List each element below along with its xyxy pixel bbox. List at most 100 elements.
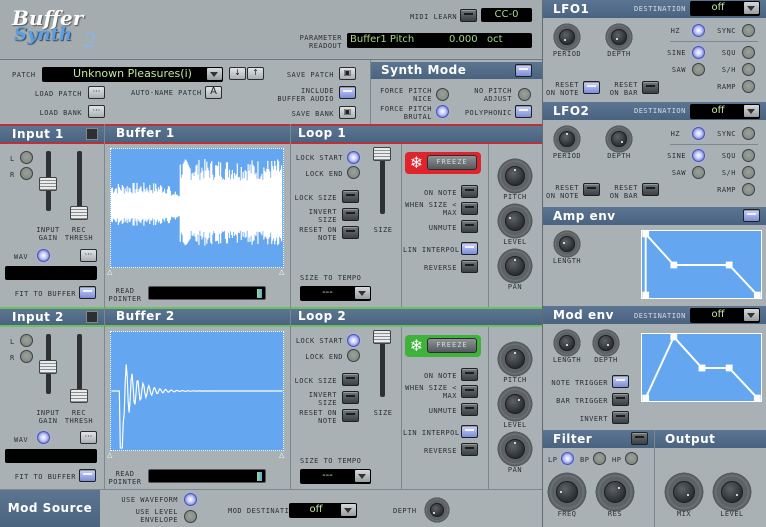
save-patch-button[interactable]: ▣ bbox=[339, 67, 356, 80]
mod-env-destination-select[interactable]: off bbox=[690, 308, 760, 323]
filter-hp-radio[interactable] bbox=[625, 452, 638, 465]
loop-2-lock-size-toggle[interactable] bbox=[342, 373, 359, 386]
buffer-1-waveform[interactable] bbox=[110, 148, 284, 268]
loop-1-freeze-button[interactable]: FREEZE bbox=[427, 155, 477, 170]
midi-learn-button[interactable] bbox=[460, 9, 477, 22]
loop-2-freeze-button[interactable]: FREEZE bbox=[427, 338, 477, 353]
input-1-fit-toggle[interactable] bbox=[79, 286, 96, 299]
force-pitch-nice-radio[interactable] bbox=[436, 88, 449, 101]
input-1-header-btn[interactable] bbox=[86, 128, 98, 140]
loop-2-level-knob[interactable] bbox=[497, 386, 533, 422]
filter-toggle[interactable] bbox=[631, 432, 648, 445]
loop-1-reset-on-note-toggle[interactable] bbox=[342, 226, 359, 239]
lfo1-reset-on-note-toggle[interactable] bbox=[583, 81, 600, 94]
lfo2-sync-radio[interactable] bbox=[742, 127, 755, 140]
mod-depth-knob[interactable] bbox=[424, 497, 450, 523]
buffer-2-start-marker[interactable]: △ bbox=[107, 451, 112, 459]
lfo2-sh-radio[interactable] bbox=[742, 166, 755, 179]
lfo1-sync-radio[interactable] bbox=[742, 24, 755, 37]
input-1-gain-fader[interactable] bbox=[39, 177, 57, 191]
buffer-1-start-marker[interactable]: △ bbox=[107, 268, 112, 276]
output-mix-knob[interactable] bbox=[664, 472, 704, 512]
loop-2-invert-size-toggle[interactable] bbox=[342, 391, 359, 404]
input-2-load-button[interactable]: ··· bbox=[80, 431, 97, 444]
input-1-l-radio[interactable] bbox=[20, 151, 33, 164]
mod-env-depth-knob[interactable] bbox=[592, 329, 620, 357]
loop-1-lock-size-toggle[interactable] bbox=[342, 190, 359, 203]
envelope-node[interactable] bbox=[753, 291, 761, 299]
lfo2-sine-radio[interactable] bbox=[692, 149, 705, 162]
loop-1-when-size-max-toggle[interactable] bbox=[461, 202, 478, 215]
loop-2-pitch-knob[interactable] bbox=[497, 341, 533, 377]
lfo2-reset-on-note-toggle[interactable] bbox=[583, 183, 600, 196]
lfo1-ramp-radio[interactable] bbox=[742, 80, 755, 93]
invert-toggle[interactable] bbox=[612, 411, 629, 424]
input-1-r-radio[interactable] bbox=[20, 167, 33, 180]
loop-2-lock-end-radio[interactable] bbox=[347, 349, 360, 362]
envelope-node[interactable] bbox=[670, 334, 678, 341]
patch-select[interactable]: Unknown Pleasures(i) bbox=[42, 67, 223, 82]
use-level-envelope-radio[interactable] bbox=[184, 510, 197, 523]
loop-2-when-size-max-toggle[interactable] bbox=[461, 385, 478, 398]
loop-1-on-note-toggle[interactable] bbox=[461, 185, 478, 198]
loop-2-size-fader[interactable] bbox=[373, 330, 391, 344]
loop-2-size-to-tempo-select[interactable]: --- bbox=[300, 469, 371, 484]
lfo2-squ-radio[interactable] bbox=[742, 149, 755, 162]
lfo2-destination-select[interactable]: off bbox=[690, 104, 760, 119]
envelope-node[interactable] bbox=[725, 364, 733, 372]
lfo1-squ-radio[interactable] bbox=[742, 46, 755, 59]
loop-2-pan-knob[interactable] bbox=[497, 431, 533, 467]
loop-2-on-note-toggle[interactable] bbox=[461, 368, 478, 381]
save-bank-button[interactable]: ▣ bbox=[339, 106, 356, 119]
envelope-node[interactable] bbox=[642, 394, 650, 402]
loop-2-lock-start-radio[interactable] bbox=[347, 334, 360, 347]
lfo1-hz-radio[interactable] bbox=[692, 24, 705, 37]
lfo2-period-knob[interactable] bbox=[553, 125, 581, 153]
load-bank-button[interactable]: ··· bbox=[88, 105, 105, 118]
lfo1-saw-radio[interactable] bbox=[692, 63, 705, 76]
patch-next-button[interactable]: ↓ bbox=[229, 67, 246, 80]
loop-2-reset-on-note-toggle[interactable] bbox=[342, 409, 359, 422]
envelope-node[interactable] bbox=[642, 291, 650, 299]
buffer-1-read-pointer[interactable] bbox=[148, 286, 266, 300]
loop-2-lin-interpol-toggle[interactable] bbox=[461, 425, 478, 438]
lfo2-depth-knob[interactable] bbox=[605, 125, 633, 153]
loop-1-size-to-tempo-select[interactable]: --- bbox=[300, 286, 371, 301]
filter-res-knob[interactable] bbox=[595, 472, 635, 512]
input-2-wav-radio[interactable] bbox=[37, 431, 50, 444]
loop-1-size-fader[interactable] bbox=[373, 147, 391, 161]
loop-2-reverse-toggle[interactable] bbox=[461, 443, 478, 456]
mod-env-length-knob[interactable] bbox=[553, 329, 581, 357]
envelope-node[interactable] bbox=[642, 231, 650, 238]
loop-1-lock-start-radio[interactable] bbox=[347, 151, 360, 164]
filter-bp-radio[interactable] bbox=[593, 452, 606, 465]
synth-mode-toggle[interactable] bbox=[515, 64, 532, 77]
amp-env-toggle[interactable] bbox=[743, 209, 760, 222]
loop-1-lin-interpol-toggle[interactable] bbox=[461, 242, 478, 255]
buffer-2-read-pointer[interactable] bbox=[148, 469, 266, 483]
input-2-fit-toggle[interactable] bbox=[79, 469, 96, 482]
loop-1-lock-end-radio[interactable] bbox=[347, 166, 360, 179]
lfo1-sh-radio[interactable] bbox=[742, 63, 755, 76]
input-2-gain-fader[interactable] bbox=[39, 360, 57, 374]
bar-trigger-toggle[interactable] bbox=[612, 393, 629, 406]
lfo2-hz-radio[interactable] bbox=[692, 127, 705, 140]
note-trigger-toggle[interactable] bbox=[612, 375, 629, 388]
envelope-node[interactable] bbox=[725, 261, 733, 269]
input-1-load-button[interactable]: ··· bbox=[80, 249, 97, 262]
loop-1-pitch-knob[interactable] bbox=[497, 158, 533, 194]
envelope-node[interactable] bbox=[753, 394, 761, 402]
filter-lp-radio[interactable] bbox=[561, 452, 574, 465]
lfo2-saw-radio[interactable] bbox=[692, 166, 705, 179]
polyphonic-toggle[interactable] bbox=[515, 105, 532, 118]
input-2-thresh-fader[interactable] bbox=[70, 389, 88, 403]
load-patch-button[interactable]: ··· bbox=[88, 86, 105, 99]
input-2-header-btn[interactable] bbox=[86, 311, 98, 323]
input-1-thresh-fader[interactable] bbox=[70, 206, 88, 220]
amp-env-length-knob[interactable] bbox=[553, 230, 581, 258]
loop-1-reverse-toggle[interactable] bbox=[461, 260, 478, 273]
force-pitch-brutal-radio[interactable] bbox=[436, 105, 449, 118]
loop-1-invert-size-toggle[interactable] bbox=[342, 208, 359, 221]
envelope-node[interactable] bbox=[698, 364, 706, 372]
lfo2-ramp-radio[interactable] bbox=[742, 183, 755, 196]
